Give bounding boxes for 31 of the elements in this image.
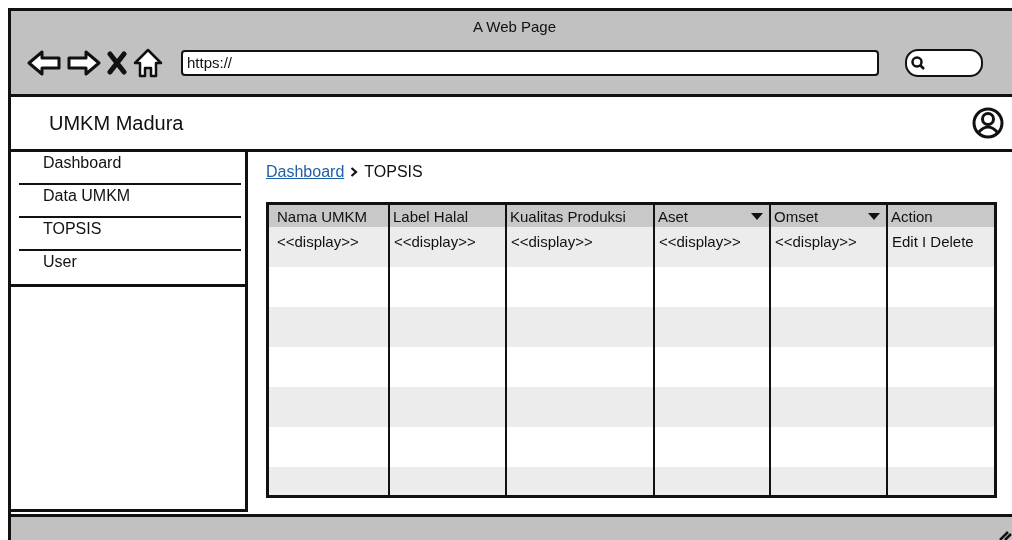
sidebar-item[interactable]: Dashboard [19,152,241,185]
user-avatar-icon[interactable] [972,107,1004,139]
table-cell: <<display>> [769,227,886,267]
app-name: UMKM Madura [49,111,184,135]
breadcrumb-link[interactable]: Dashboard [266,163,345,181]
column-header[interactable]: Aset [653,205,769,227]
column-header: Label Halal [388,205,505,227]
column-header[interactable]: Omset [769,205,886,227]
search-field[interactable] [905,49,983,77]
table-cell: Edit I Delete [886,227,994,267]
address-field[interactable]: https:// [181,50,879,76]
home-icon[interactable] [133,48,163,78]
back-icon[interactable] [27,49,61,77]
forward-icon[interactable] [67,49,101,77]
table-cell-text: <<display>> [276,232,360,252]
column-header: Kualitas Produksi [505,205,653,227]
table-cell: <<display>> [505,227,653,267]
caret-icon [868,212,880,220]
table-cell: <<display>> [388,227,505,267]
caret-icon [751,212,763,220]
sidebar-item[interactable]: TOPSIS [19,218,241,251]
chevron-icon [350,167,359,177]
sidebar-item[interactable]: User [19,251,241,284]
window-title: A Web Page [471,17,558,37]
close-icon[interactable] [107,51,127,75]
column-header: Nama UMKM [269,205,388,227]
sidebar-item[interactable]: Data UMKM [19,185,241,218]
column-header: Action [886,205,994,227]
search-icon [911,56,925,70]
breadcrumb-current: TOPSIS [364,163,423,181]
table-cell: <<display>> [653,227,769,267]
